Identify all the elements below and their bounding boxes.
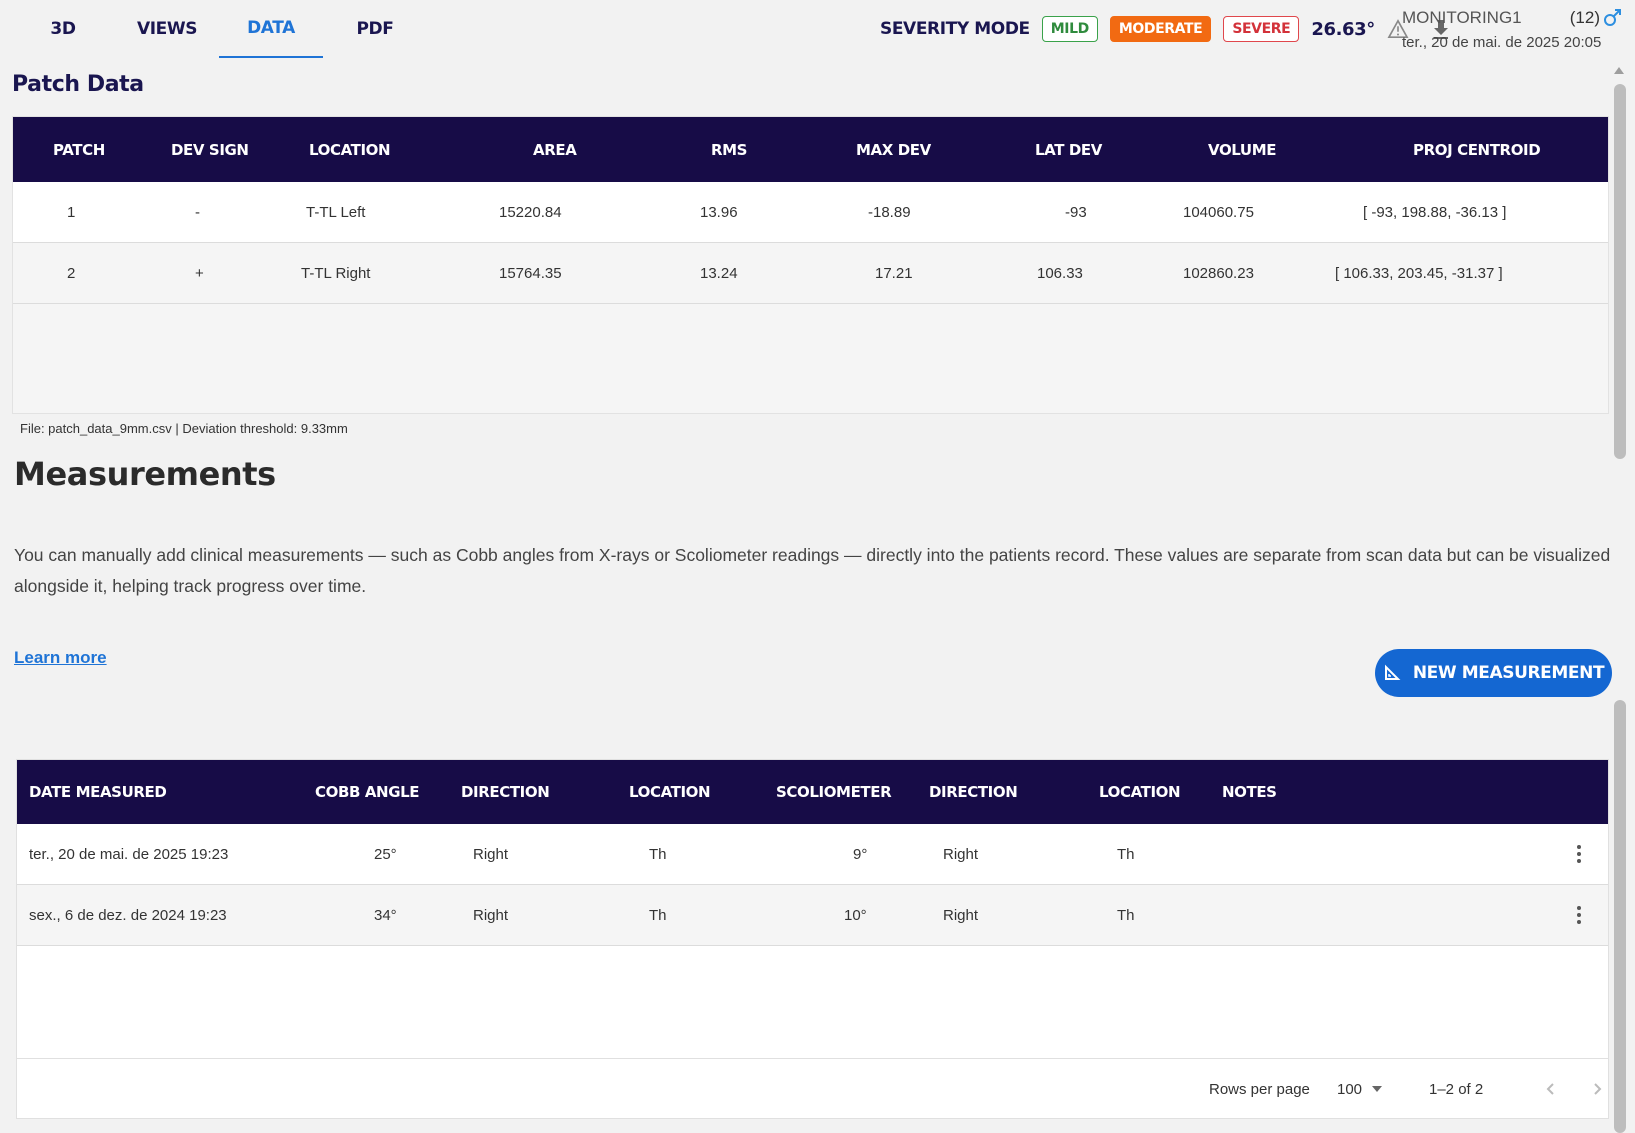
cell-patch: 1 <box>67 204 76 221</box>
patient-info: MONITORING1 (12) ter., 20 de mai. de 202… <box>1402 8 1622 51</box>
tab-bar: 3D VIEWS DATA PDF <box>11 0 427 58</box>
column-header[interactable]: COBB ANGLE <box>315 760 420 824</box>
rows-per-page-label: Rows per page <box>1209 1080 1310 1098</box>
cell-max-dev: 17.21 <box>875 265 913 282</box>
cell-scoliometer: 9° <box>853 846 868 863</box>
column-header[interactable]: PATCH <box>53 117 105 182</box>
cell-date: sex., 6 de dez. de 2024 19:23 <box>29 907 227 924</box>
column-header[interactable]: RMS <box>711 117 747 182</box>
cell-direction: Right <box>473 846 509 863</box>
cell-location: Th <box>1117 846 1135 863</box>
new-measurement-label: NEW MEASUREMENT <box>1412 663 1605 683</box>
table-row[interactable]: sex., 6 de dez. de 2024 19:23 34° Right … <box>17 885 1608 946</box>
patient-count: (12) <box>1569 8 1600 27</box>
severity-chip-moderate[interactable]: MODERATE <box>1109 16 1212 42</box>
cell-proj-centroid: [ 106.33, 203.45, -31.37 ] <box>1335 265 1503 282</box>
severity-bar: SEVERITY MODE MILD MODERATE SEVERE 26.63… <box>880 14 1451 44</box>
patch-data-title: Patch Data <box>12 72 144 97</box>
cell-location: T-TL Right <box>301 265 371 282</box>
column-header[interactable]: DIRECTION <box>929 760 1018 824</box>
column-header[interactable]: DEV SIGN <box>171 117 249 182</box>
male-icon <box>1604 9 1621 26</box>
severity-angle: 26.63° <box>1311 18 1375 40</box>
rows-per-page-select[interactable]: 100 <box>1337 1059 1383 1119</box>
table-header: DATE MEASURED COBB ANGLE DIRECTION LOCAT… <box>17 760 1608 824</box>
top-bar: 3D VIEWS DATA PDF SEVERITY MODE MILD MOD… <box>0 0 1635 62</box>
severity-chip-severe[interactable]: SEVERE <box>1223 16 1300 42</box>
column-header[interactable]: NOTES <box>1222 760 1277 824</box>
table-row[interactable]: 2 + T-TL Right 15764.35 13.24 17.21 106.… <box>13 243 1608 304</box>
measurements-description: You can manually add clinical measuremen… <box>14 545 1611 596</box>
patch-data-table: PATCH DEV SIGN LOCATION AREA RMS MAX DEV… <box>12 116 1609 414</box>
cell-location: Th <box>649 846 667 863</box>
cell-area: 15764.35 <box>499 265 562 282</box>
cell-location: Th <box>1117 907 1135 924</box>
column-header[interactable]: LOCATION <box>629 760 711 824</box>
column-header[interactable]: PROJ CENTROID <box>1413 117 1541 182</box>
column-header[interactable]: AREA <box>533 117 577 182</box>
patient-date: ter., 20 de mai. de 2025 20:05 <box>1402 34 1602 51</box>
column-header[interactable]: SCOLIOMETER <box>776 760 892 824</box>
column-header[interactable]: LOCATION <box>1099 760 1181 824</box>
severity-chip-mild[interactable]: MILD <box>1041 16 1098 42</box>
rows-per-page-value: 100 <box>1337 1080 1363 1098</box>
cell-location: T-TL Left <box>306 204 366 221</box>
tab-data[interactable]: DATA <box>219 0 323 58</box>
column-header[interactable]: MAX DEV <box>856 117 931 182</box>
cell-scoliometer: 10° <box>844 907 867 924</box>
cell-dev-sign: - <box>195 204 200 221</box>
cell-cobb-angle: 25° <box>374 846 397 863</box>
next-page-button[interactable] <box>1589 1059 1605 1119</box>
chevron-right-icon <box>1594 1083 1602 1095</box>
column-header[interactable]: DATE MEASURED <box>29 760 167 824</box>
measurements-table: DATE MEASURED COBB ANGLE DIRECTION LOCAT… <box>16 759 1609 1119</box>
column-header[interactable]: VOLUME <box>1208 117 1276 182</box>
table-header: PATCH DEV SIGN LOCATION AREA RMS MAX DEV… <box>13 117 1608 182</box>
cell-direction: Right <box>943 907 979 924</box>
column-header[interactable]: LOCATION <box>309 117 391 182</box>
cell-lat-dev: 106.33 <box>1037 265 1083 282</box>
cell-max-dev: -18.89 <box>868 204 911 221</box>
severity-mode-label: SEVERITY MODE <box>880 19 1030 39</box>
tab-pdf[interactable]: PDF <box>323 0 427 58</box>
file-note: File: patch_data_9mm.csv | Deviation thr… <box>20 421 348 436</box>
cell-lat-dev: -93 <box>1065 204 1087 221</box>
column-header[interactable]: DIRECTION <box>461 760 550 824</box>
cell-area: 15220.84 <box>499 204 562 221</box>
scrollbar-thumb[interactable] <box>1614 84 1626 459</box>
ruler-icon <box>1384 664 1401 680</box>
table-pagination: Rows per page 100 1–2 of 2 <box>17 1058 1608 1118</box>
cell-rms: 13.24 <box>700 265 738 282</box>
cell-patch: 2 <box>67 265 76 282</box>
table-row[interactable]: 1 - T-TL Left 15220.84 13.96 -18.89 -93 … <box>13 182 1608 243</box>
new-measurement-button[interactable]: NEW MEASUREMENT <box>1375 649 1612 697</box>
tab-3d[interactable]: 3D <box>11 0 115 58</box>
cell-volume: 104060.75 <box>1183 204 1254 221</box>
cell-rms: 13.96 <box>700 204 738 221</box>
cell-direction: Right <box>473 907 509 924</box>
tab-views[interactable]: VIEWS <box>115 0 219 58</box>
chevron-left-icon <box>1546 1083 1554 1095</box>
scrollbar-thumb-inner[interactable] <box>1614 700 1626 1133</box>
cell-proj-centroid: [ -93, 198.88, -36.13 ] <box>1363 204 1507 221</box>
measurements-title: Measurements <box>14 455 276 493</box>
column-header[interactable]: LAT DEV <box>1035 117 1102 182</box>
cell-volume: 102860.23 <box>1183 265 1254 282</box>
prev-page-button[interactable] <box>1543 1059 1559 1119</box>
cell-dev-sign: + <box>195 265 204 282</box>
cell-date: ter., 20 de mai. de 2025 19:23 <box>29 846 229 863</box>
learn-more-link[interactable]: Learn more <box>14 648 107 668</box>
more-vert-icon[interactable] <box>1567 903 1591 927</box>
table-row[interactable]: ter., 20 de mai. de 2025 19:23 25° Right… <box>17 824 1608 885</box>
cell-location: Th <box>649 907 667 924</box>
cell-cobb-angle: 34° <box>374 907 397 924</box>
pagination-range: 1–2 of 2 <box>1429 1080 1484 1098</box>
cell-direction: Right <box>943 846 979 863</box>
more-vert-icon[interactable] <box>1567 842 1591 866</box>
scroll-up-icon[interactable] <box>1612 64 1626 76</box>
caret-down-icon <box>1372 1086 1383 1092</box>
